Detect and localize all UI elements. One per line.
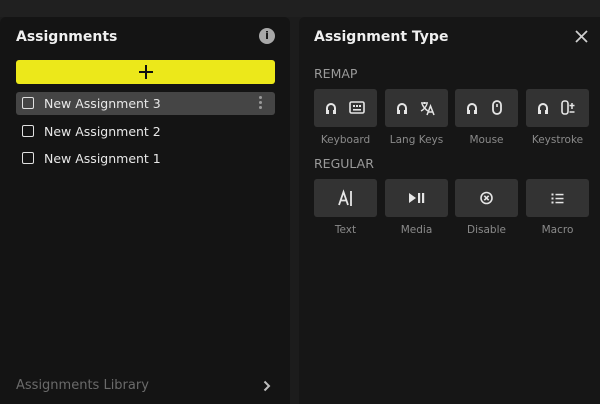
keyboard-icon — [326, 101, 365, 114]
tile-lang-keys[interactable]: Lang Keys — [385, 89, 448, 146]
tile-disable[interactable]: Disable — [455, 179, 518, 236]
section-label-regular: REGULAR — [314, 156, 374, 171]
tile-mouse[interactable]: Mouse — [455, 89, 518, 146]
mouse-button[interactable] — [455, 89, 518, 127]
disable-button[interactable] — [455, 179, 518, 217]
tile-label: Macro — [541, 224, 574, 236]
media-button[interactable] — [385, 179, 448, 217]
assignments-panel: Assignments i New Assignment 3 New Assig… — [0, 17, 290, 404]
text-cursor-icon — [338, 189, 352, 206]
tile-keystroke[interactable]: Keystroke — [526, 89, 589, 146]
tile-media[interactable]: Media — [385, 179, 448, 236]
list-item[interactable]: New Assignment 3 — [16, 92, 275, 115]
lang-keys-button[interactable] — [385, 89, 448, 127]
disable-icon — [480, 191, 493, 205]
item-label: New Assignment 2 — [44, 123, 161, 139]
chevron-right-icon — [263, 380, 271, 392]
mouse-icon — [467, 100, 502, 115]
checkbox[interactable] — [22, 152, 34, 164]
list-icon — [551, 193, 564, 204]
keyboard-button[interactable] — [314, 89, 377, 127]
assignment-list: New Assignment 3 New Assignment 2 New As… — [16, 92, 275, 175]
checkbox[interactable] — [22, 124, 34, 137]
list-item[interactable]: New Assignment 1 — [16, 147, 275, 170]
text-button[interactable] — [314, 179, 377, 217]
section-label-remap: REMAP — [314, 66, 358, 81]
library-label: Assignments Library — [16, 378, 149, 393]
item-label: New Assignment 3 — [44, 96, 161, 111]
tile-macro[interactable]: Macro — [526, 179, 589, 236]
tile-keyboard[interactable]: Keyboard — [314, 89, 377, 146]
add-assignment-button[interactable] — [16, 60, 275, 84]
item-label: New Assignment 1 — [44, 151, 161, 166]
macro-button[interactable] — [526, 179, 589, 217]
assignment-type-panel: Assignment Type REMAP Keyboard Lang Keys… — [299, 17, 600, 404]
close-icon[interactable] — [575, 30, 588, 43]
panel-title: Assignment Type — [314, 29, 449, 45]
play-pause-icon — [409, 193, 425, 203]
plus-icon — [139, 65, 153, 79]
language-icon — [397, 102, 435, 116]
top-strip — [0, 0, 600, 17]
assignments-library-link[interactable]: Assignments Library — [16, 378, 275, 398]
keystroke-button[interactable] — [526, 89, 589, 127]
keystroke-icon — [538, 100, 575, 115]
tile-text[interactable]: Text — [314, 179, 377, 236]
list-item[interactable]: New Assignment 2 — [16, 120, 275, 143]
checkbox[interactable] — [22, 97, 34, 109]
info-icon[interactable]: i — [259, 28, 275, 44]
panel-title: Assignments — [16, 29, 118, 45]
more-options-icon[interactable] — [259, 96, 263, 111]
tile-label: Keystroke — [531, 134, 584, 146]
